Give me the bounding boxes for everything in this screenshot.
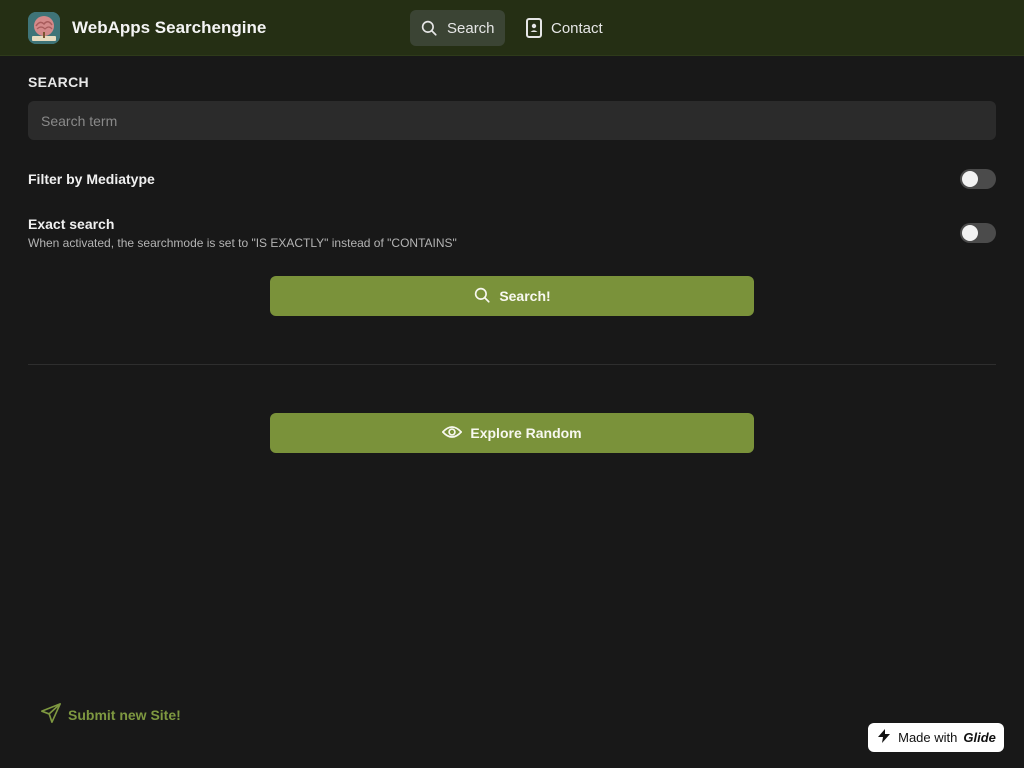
badge-prefix: Made with bbox=[898, 730, 958, 745]
submit-new-site-link[interactable]: Submit new Site! bbox=[40, 702, 181, 727]
exact-search-label: Exact search bbox=[28, 216, 115, 232]
glide-bolt-icon bbox=[876, 728, 892, 747]
tab-search-label: Search bbox=[447, 19, 495, 37]
toggle-knob bbox=[962, 225, 978, 241]
search-button[interactable]: Search! bbox=[270, 276, 754, 316]
contact-card-icon bbox=[526, 18, 542, 38]
explore-random-button[interactable]: Explore Random bbox=[270, 413, 754, 453]
search-icon bbox=[473, 286, 491, 307]
eye-icon bbox=[442, 424, 463, 443]
tab-contact[interactable]: Contact bbox=[516, 10, 613, 46]
filter-mediatype-label: Filter by Mediatype bbox=[28, 171, 155, 187]
send-icon bbox=[40, 702, 62, 727]
app-title: WebApps Searchengine bbox=[72, 18, 267, 37]
tab-search[interactable]: Search bbox=[410, 10, 505, 46]
made-with-glide-badge[interactable]: Made with Glide bbox=[868, 723, 1004, 752]
app-logo[interactable] bbox=[28, 12, 60, 44]
search-section-label: SEARCH bbox=[28, 74, 89, 90]
search-icon bbox=[420, 19, 438, 37]
badge-brand: Glide bbox=[963, 730, 996, 745]
search-button-label: Search! bbox=[499, 288, 551, 304]
explore-random-label: Explore Random bbox=[470, 425, 582, 441]
divider bbox=[28, 364, 996, 365]
filter-mediatype-toggle[interactable] bbox=[960, 169, 996, 189]
submit-new-site-label: Submit new Site! bbox=[68, 706, 181, 723]
search-input[interactable] bbox=[28, 101, 996, 140]
exact-search-toggle[interactable] bbox=[960, 223, 996, 243]
exact-search-description: When activated, the searchmode is set to… bbox=[28, 236, 457, 250]
toggle-knob bbox=[962, 171, 978, 187]
top-bar: WebApps Searchengine Search Contact bbox=[0, 0, 1024, 56]
tab-contact-label: Contact bbox=[551, 19, 603, 37]
